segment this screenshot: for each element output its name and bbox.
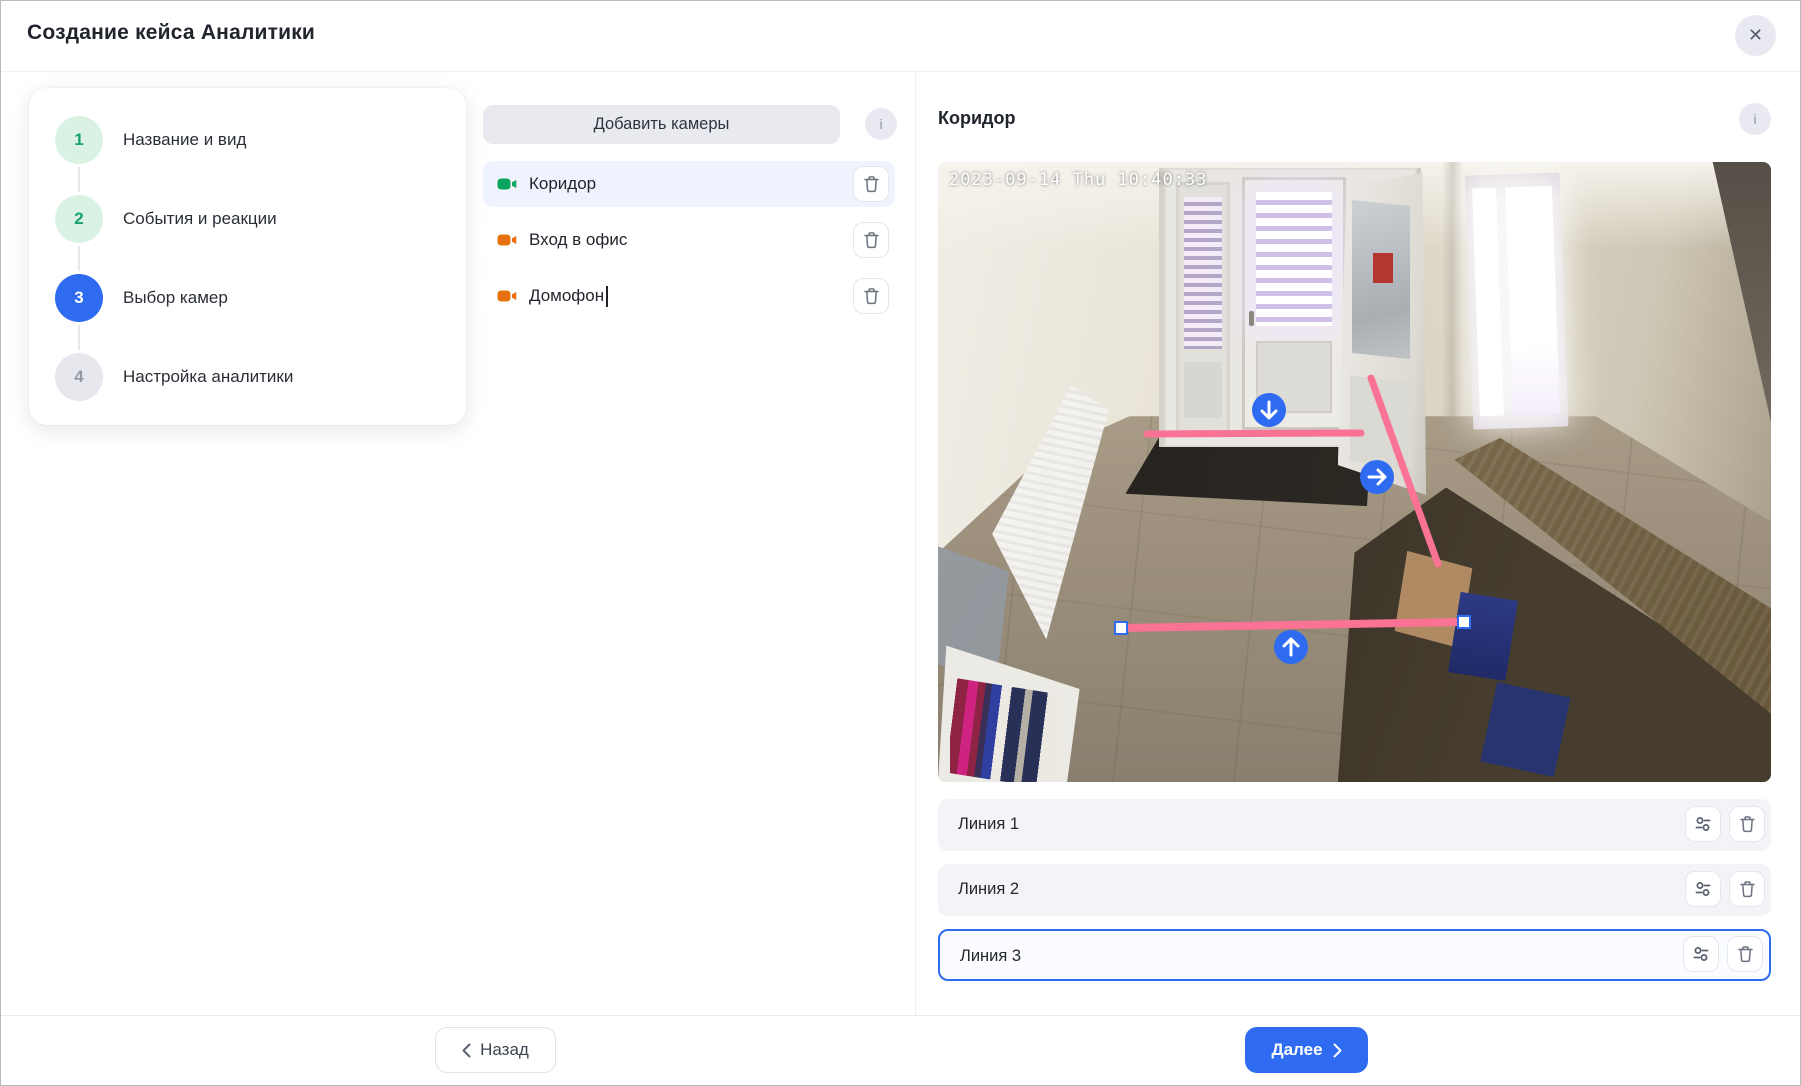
line-delete-button[interactable] [1729,806,1765,842]
line-delete-button[interactable] [1729,871,1765,907]
sliders-icon [1694,880,1712,898]
step-analytics-settings[interactable]: 4 Настройка аналитики [55,353,440,401]
stepper-card: 1 Название и вид 2 События и реакции 3 В… [29,88,466,425]
camera-name-input[interactable]: Домофон [529,286,604,306]
step-3-label: Выбор камер [123,288,228,308]
step-4-label: Настройка аналитики [123,367,293,387]
step-2-circle: 2 [55,195,103,243]
delete-camera-button[interactable] [853,166,889,202]
line-1-direction-down[interactable] [1252,393,1286,427]
step-3-circle: 3 [55,274,103,322]
close-icon: ✕ [1748,25,1763,45]
line-settings-button[interactable] [1685,806,1721,842]
step-2-label: События и реакции [123,209,277,229]
trash-icon [1739,815,1756,833]
chevron-right-icon [1333,1043,1342,1058]
next-button-label: Далее [1271,1040,1322,1060]
step-name-and-type[interactable]: 1 Название и вид [55,116,440,164]
trash-icon [863,175,880,193]
line-label: Линия 2 [958,864,1019,914]
info-icon[interactable]: i [1739,103,1771,135]
info-icon[interactable]: i [865,108,897,140]
text-cursor [606,286,608,307]
modal-footer: Назад Далее [1,1015,1800,1085]
line-2-direction-right[interactable] [1360,460,1394,494]
line-settings-button[interactable] [1685,871,1721,907]
line-row-3[interactable]: Линия 3 [938,929,1771,981]
line-3-handle-end[interactable] [1458,616,1470,628]
step-camera-selection[interactable]: 3 Выбор камер [55,274,440,322]
back-button-label: Назад [480,1040,529,1060]
line-label: Линия 3 [960,931,1021,981]
step-events-reactions[interactable]: 2 События и реакции [55,195,440,243]
camera-list-item-koridor[interactable]: Коридор [483,161,895,207]
step-4-circle: 4 [55,353,103,401]
panel-divider [915,71,916,1018]
step-connector [78,246,80,271]
page-title: Создание кейса Аналитики [27,21,315,45]
line-3-handle-start[interactable] [1115,622,1127,634]
line-row-1[interactable]: Линия 1 [938,799,1771,851]
trash-icon [1739,880,1756,898]
video-camera-icon [497,232,517,248]
step-1-label: Название и вид [123,130,246,150]
line-3-direction-up[interactable] [1274,630,1308,664]
camera-list-item-domofon[interactable]: Домофон [483,273,895,319]
line-row-2[interactable]: Линия 2 [938,864,1771,916]
camera-video-preview[interactable]: 2023-09-14 Thu 10:40:33 [938,162,1771,782]
trash-icon [1737,945,1754,963]
line-settings-button[interactable] [1683,936,1719,972]
close-button[interactable]: ✕ [1735,15,1776,56]
line-delete-button[interactable] [1727,936,1763,972]
video-camera-icon [497,176,517,192]
video-camera-icon [497,288,517,304]
sliders-icon [1694,815,1712,833]
camera-name: Вход в офис [529,230,627,250]
analytics-lines-overlay [938,162,1771,782]
step-1-circle: 1 [55,116,103,164]
preview-camera-title: Коридор [938,108,1015,129]
camera-name: Коридор [529,174,596,194]
sliders-icon [1692,945,1710,963]
add-cameras-button[interactable]: Добавить камеры [483,105,840,144]
next-button[interactable]: Далее [1245,1027,1368,1073]
trash-icon [863,231,880,249]
delete-camera-button[interactable] [853,222,889,258]
video-timestamp: 2023-09-14 Thu 10:40:33 [949,170,1207,190]
step-connector [78,325,80,350]
modal-header: Создание кейса Аналитики ✕ [1,1,1800,72]
delete-camera-button[interactable] [853,278,889,314]
line-label: Линия 1 [958,799,1019,849]
crossing-line-1[interactable] [1147,433,1361,434]
chevron-left-icon [462,1043,471,1058]
crossing-line-3[interactable] [1121,622,1464,628]
trash-icon [863,287,880,305]
back-button[interactable]: Назад [435,1027,556,1073]
step-connector [78,167,80,192]
camera-list-item-vhod-v-ofis[interactable]: Вход в офис [483,217,895,263]
analytics-case-modal: Создание кейса Аналитики ✕ 1 Название и … [0,0,1801,1086]
